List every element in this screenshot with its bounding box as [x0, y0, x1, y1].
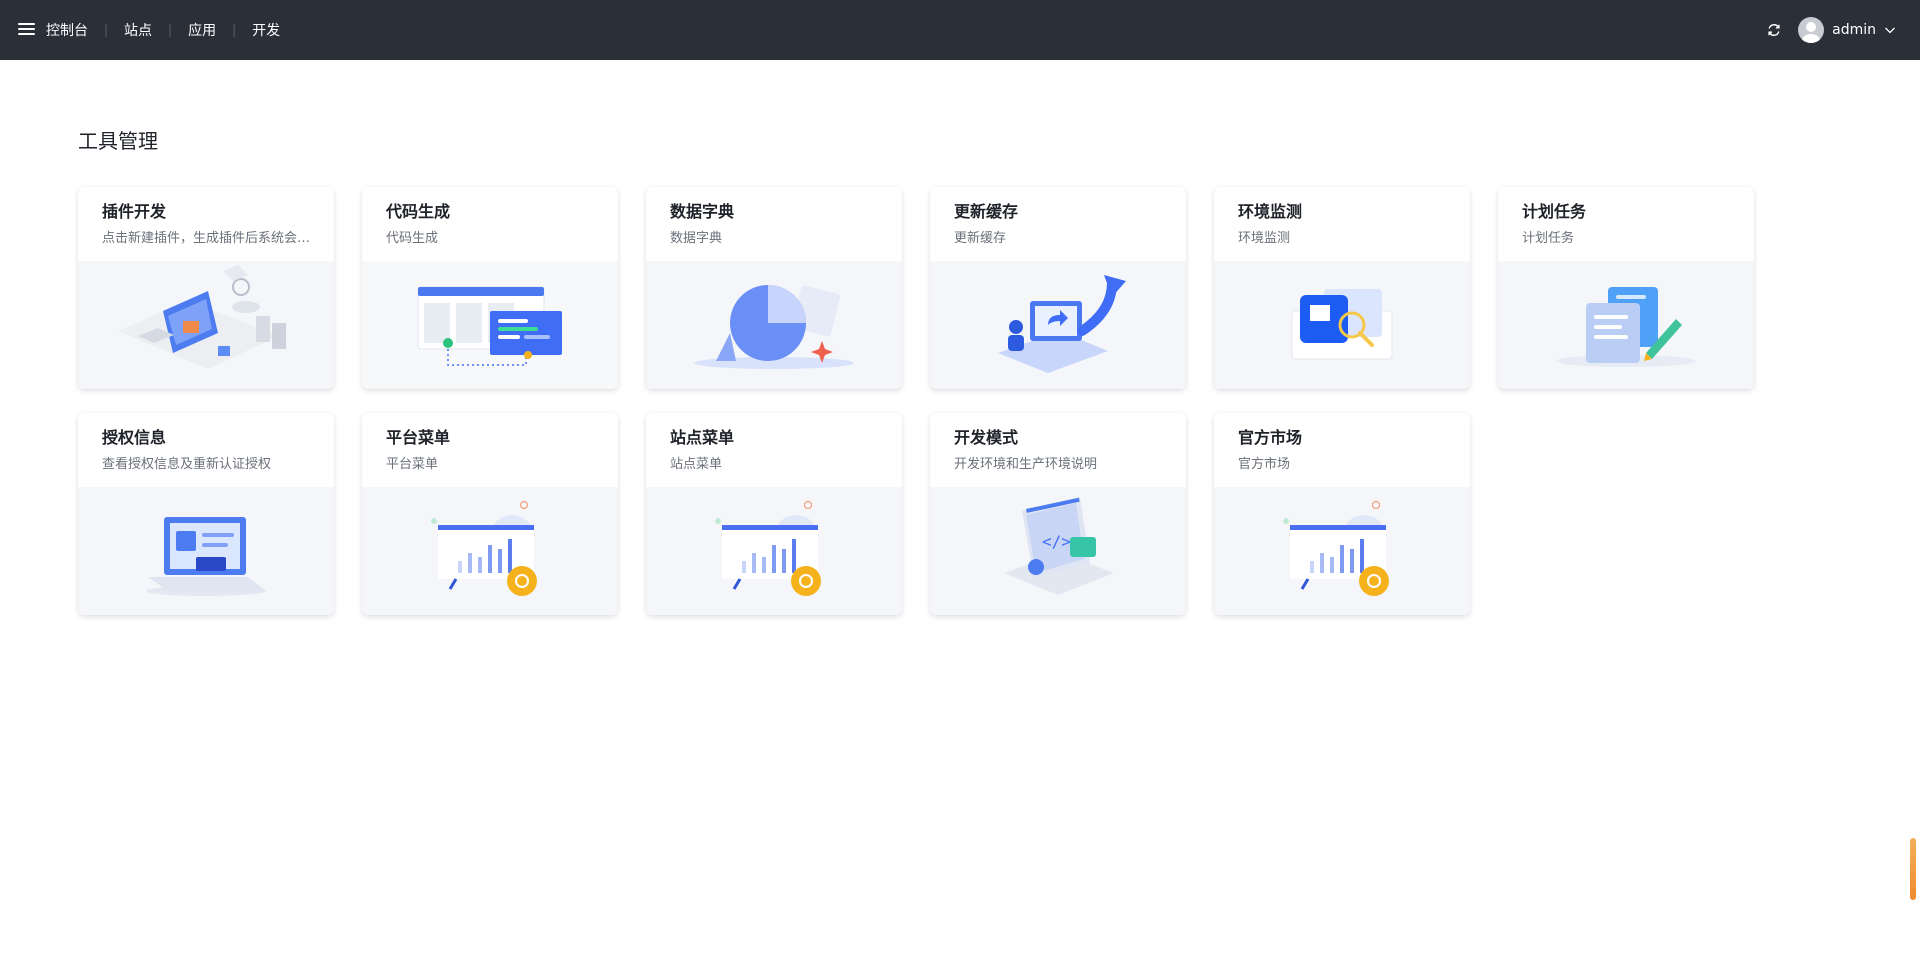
card-desc: 代码生成 — [386, 231, 439, 246]
card-desc: 更新缓存 — [954, 231, 1007, 246]
card-title: 数据字典 — [670, 202, 735, 221]
chevron-down-icon[interactable] — [1884, 24, 1896, 36]
card-desc: 官方市场 — [1238, 457, 1291, 472]
bar-board-gear-icon — [431, 500, 537, 596]
card-illustration — [78, 487, 334, 615]
card-illustration — [646, 261, 902, 389]
card-title: 插件开发 — [102, 202, 167, 221]
top-nav: 控制台 | 站点 | 应用 | 开发 — [46, 0, 280, 60]
card-title: 开发模式 — [954, 428, 1019, 447]
card-title: 官方市场 — [1238, 428, 1303, 447]
tool-card-license-info[interactable]: 授权信息 查看授权信息及重新认证授权 — [78, 413, 334, 615]
card-desc: 点击新建插件，生成插件后系统会… — [102, 231, 311, 246]
nav-item-console[interactable]: 控制台 — [46, 20, 88, 40]
nav-item-sites[interactable]: 站点 — [124, 20, 152, 40]
card-desc: 平台菜单 — [386, 457, 439, 472]
card-header: 官方市场 官方市场 — [1214, 413, 1470, 487]
tool-card-env-monitor[interactable]: 环境监测 环境监测 — [1214, 187, 1470, 389]
isometric-dev-icon — [118, 265, 286, 369]
tool-card-dev-mode[interactable]: 开发模式 开发环境和生产环境说明 </> — [930, 413, 1186, 615]
tool-card-official-market[interactable]: 官方市场 官方市场 — [1214, 413, 1470, 615]
user-name[interactable]: admin — [1832, 22, 1876, 38]
monitor-arrow-icon — [998, 275, 1126, 373]
card-illustration — [362, 487, 618, 615]
bar-board-gear-icon — [715, 500, 821, 596]
header-tools: admin — [1766, 0, 1896, 60]
tool-card-site-menu[interactable]: 站点菜单 站点菜单 — [646, 413, 902, 615]
magnifier-icon — [1291, 289, 1393, 360]
card-header: 代码生成 代码生成 — [362, 187, 618, 261]
card-desc: 环境监测 — [1238, 231, 1291, 246]
card-illustration — [362, 261, 618, 389]
svg-text:</>: </> — [1042, 532, 1071, 551]
tool-card-code-gen[interactable]: 代码生成 代码生成 — [362, 187, 618, 389]
menu-icon[interactable] — [18, 21, 36, 37]
nav-divider: | — [232, 23, 237, 37]
card-header: 更新缓存 更新缓存 — [930, 187, 1186, 261]
card-header: 授权信息 查看授权信息及重新认证授权 — [78, 413, 334, 487]
code-panel-icon: </> — [1004, 497, 1114, 595]
card-illustration — [646, 487, 902, 615]
card-title: 代码生成 — [386, 202, 451, 221]
card-header: 数据字典 数据字典 — [646, 187, 902, 261]
card-header: 环境监测 环境监测 — [1214, 187, 1470, 261]
card-header: 站点菜单 站点菜单 — [646, 413, 902, 487]
top-navbar: 控制台 | 站点 | 应用 | 开发 admin — [0, 0, 1920, 60]
card-desc: 数据字典 — [670, 231, 723, 246]
page-title: 工具管理 — [78, 129, 158, 153]
card-title: 授权信息 — [102, 428, 167, 447]
document-pen-icon — [1556, 287, 1696, 367]
card-header: 开发模式 开发环境和生产环境说明 — [930, 413, 1186, 487]
tool-card-plugin-dev[interactable]: 插件开发 点击新建插件，生成插件后系统会… — [78, 187, 334, 389]
pie-chart-icon — [694, 285, 854, 369]
scrollbar-thumb[interactable] — [1910, 838, 1916, 900]
card-title: 计划任务 — [1522, 202, 1587, 221]
nav-divider: | — [104, 23, 109, 37]
card-illustration — [78, 261, 334, 389]
card-title: 平台菜单 — [386, 428, 451, 447]
card-title: 更新缓存 — [954, 202, 1019, 221]
card-header: 插件开发 点击新建插件，生成插件后系统会… — [78, 187, 334, 261]
card-desc: 查看授权信息及重新认证授权 — [102, 457, 272, 472]
card-illustration — [1214, 487, 1470, 615]
nav-divider: | — [168, 23, 173, 37]
tool-card-platform-menu[interactable]: 平台菜单 平台菜单 — [362, 413, 618, 615]
tool-card-data-dict[interactable]: 数据字典 数据字典 — [646, 187, 902, 389]
nav-item-dev[interactable]: 开发 — [252, 20, 280, 40]
card-title: 环境监测 — [1238, 202, 1303, 221]
card-illustration: </> — [930, 487, 1186, 615]
card-illustration — [1498, 261, 1754, 389]
tool-card-refresh-cache[interactable]: 更新缓存 更新缓存 — [930, 187, 1186, 389]
card-illustration — [1214, 261, 1470, 389]
laptop-icon — [146, 517, 266, 596]
card-desc: 开发环境和生产环境说明 — [954, 457, 1098, 472]
card-desc: 计划任务 — [1522, 231, 1575, 246]
tool-card-scheduled-tasks[interactable]: 计划任务 计划任务 — [1498, 187, 1754, 389]
code-window-icon — [362, 261, 618, 389]
avatar-icon[interactable] — [1798, 17, 1825, 43]
card-title: 站点菜单 — [670, 428, 735, 447]
bar-board-gear-icon — [1283, 500, 1389, 596]
card-header: 平台菜单 平台菜单 — [362, 413, 618, 487]
card-desc: 站点菜单 — [670, 457, 723, 472]
card-header: 计划任务 计划任务 — [1498, 187, 1754, 261]
card-illustration — [930, 261, 1186, 389]
nav-item-apps[interactable]: 应用 — [188, 20, 216, 40]
refresh-icon[interactable] — [1766, 22, 1782, 38]
